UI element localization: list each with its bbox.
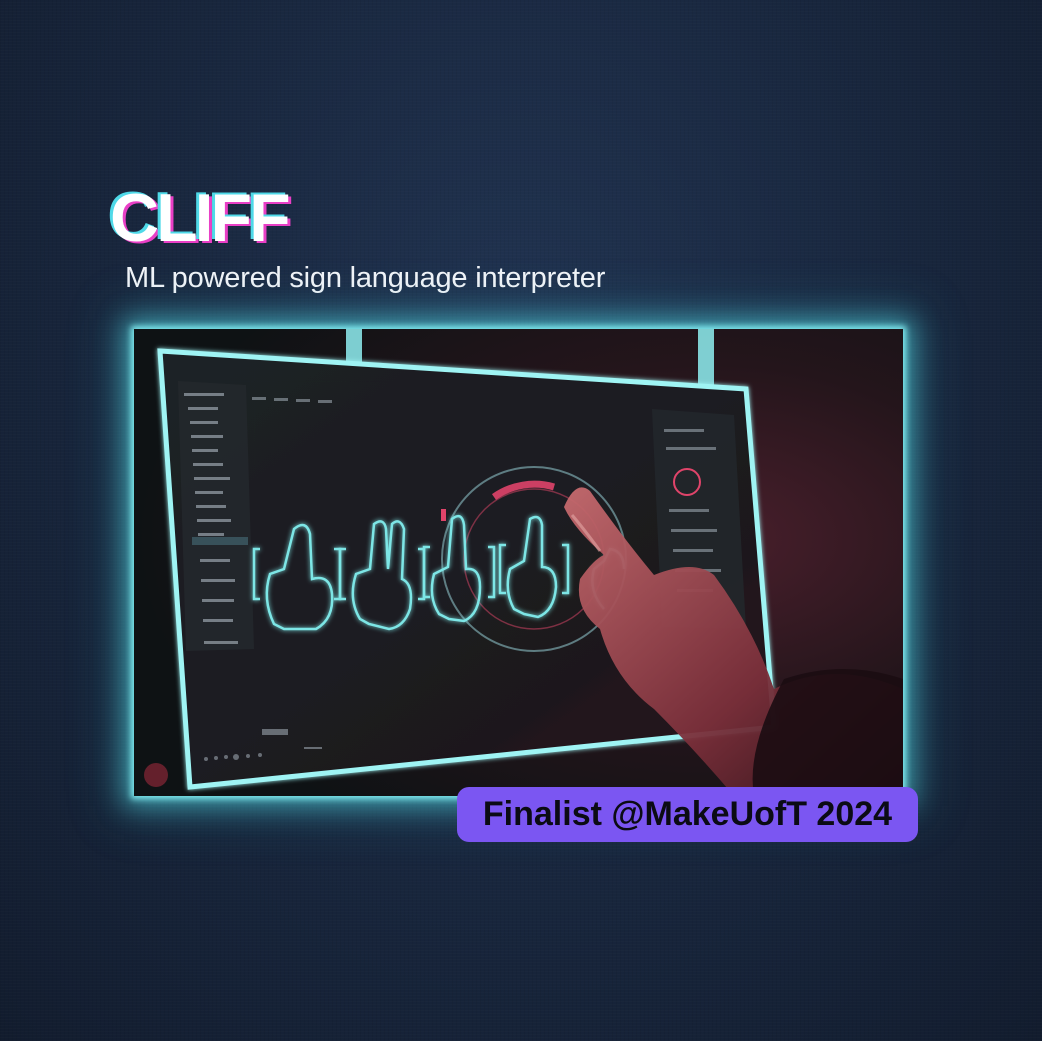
project-title: CLIFF (110, 180, 291, 256)
finalist-badge: Finalist @MakeUofT 2024 (457, 787, 918, 842)
hero-image (134, 329, 903, 796)
project-subtitle: ML powered sign language interpreter (125, 262, 606, 294)
monitor-scene-illustration (134, 329, 903, 796)
